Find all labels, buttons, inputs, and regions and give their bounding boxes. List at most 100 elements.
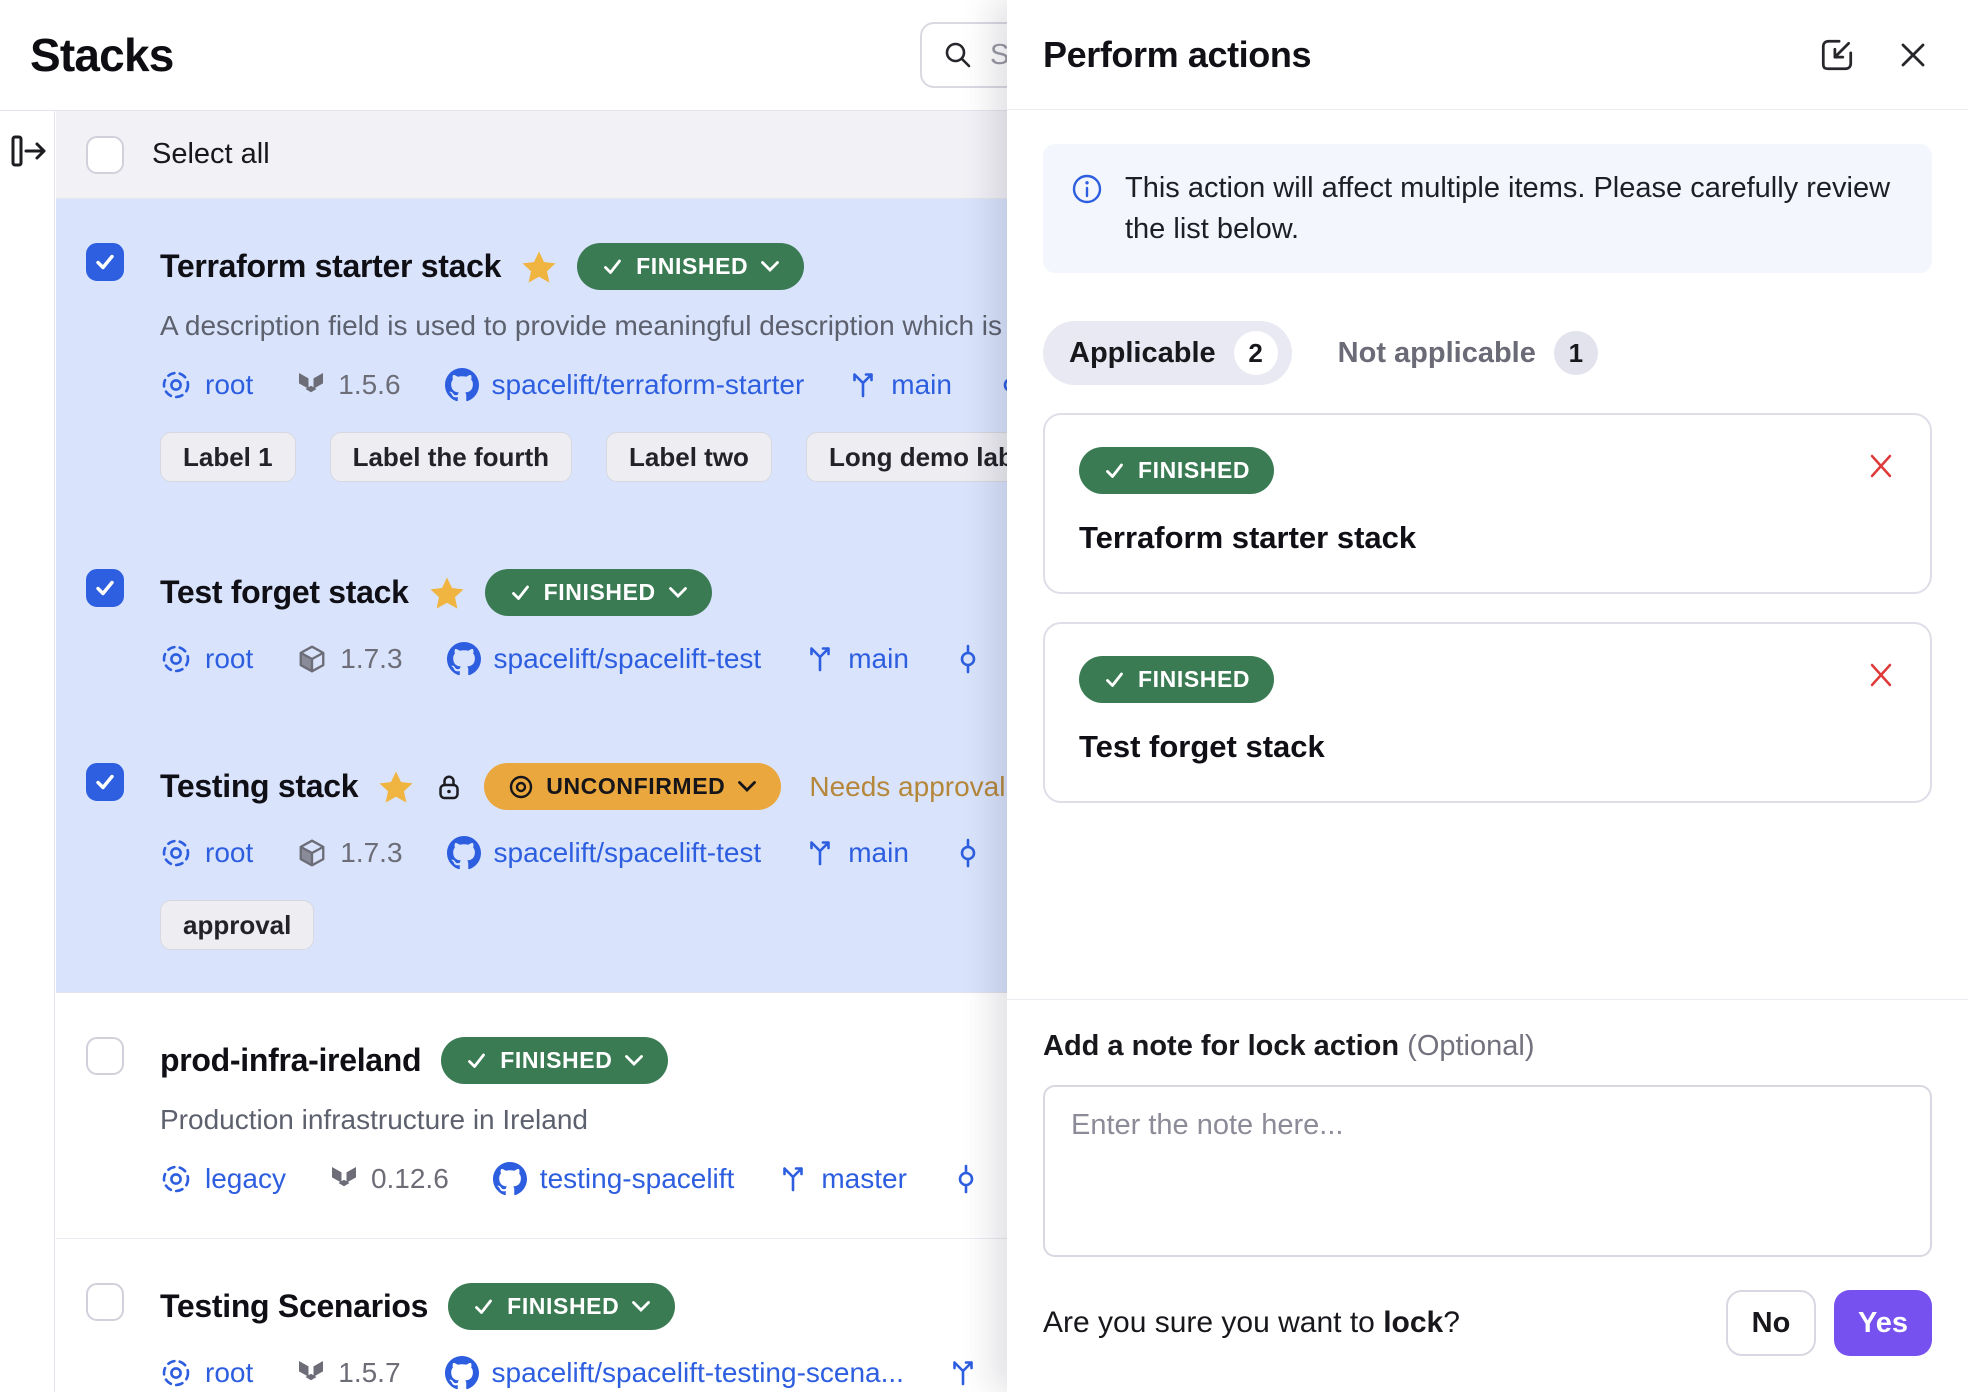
note-input[interactable] — [1043, 1085, 1932, 1257]
commit-icon — [953, 838, 983, 868]
space-link[interactable]: root — [160, 643, 253, 675]
github-icon — [447, 836, 481, 870]
needs-approval-text: Needs approval — [809, 771, 1005, 803]
select-all-label: Select all — [152, 138, 270, 171]
status-badge[interactable]: FINISHED — [448, 1283, 675, 1330]
check-icon — [1103, 668, 1126, 691]
repo-link[interactable]: testing-spacelift — [493, 1162, 735, 1196]
branch-icon — [778, 1164, 808, 1194]
stack-label[interactable]: Label 1 — [160, 432, 296, 482]
stack-name[interactable]: Testing stack — [160, 768, 358, 805]
close-panel-button[interactable] — [1894, 36, 1932, 74]
github-icon — [445, 1356, 479, 1390]
check-icon — [601, 255, 624, 278]
status-badge: FINISHED — [1079, 447, 1274, 494]
chevron-down-icon — [631, 1300, 651, 1313]
repo-link[interactable]: spacelift/spacelift-test — [447, 642, 762, 676]
vendor-version: 1.5.6 — [297, 369, 400, 401]
stack-checkbox[interactable] — [86, 1283, 124, 1321]
stack-name[interactable]: Test forget stack — [160, 574, 409, 611]
confirm-question: Are you sure you want to lock? — [1043, 1306, 1460, 1340]
remove-item-button[interactable] — [1862, 656, 1900, 694]
github-icon — [447, 642, 481, 676]
star-icon[interactable] — [429, 575, 465, 611]
star-icon[interactable] — [378, 769, 414, 805]
status-badge[interactable]: FINISHED — [577, 243, 804, 290]
branch-icon — [805, 644, 835, 674]
status-badge[interactable]: FINISHED — [485, 569, 712, 616]
space-icon — [160, 1163, 192, 1195]
tofu-cube-icon — [297, 838, 327, 868]
space-icon — [160, 643, 192, 675]
repo-link[interactable]: spacelift/spacelift-testing-scena... — [445, 1356, 904, 1390]
stack-checkbox[interactable] — [86, 243, 124, 281]
status-badge[interactable]: UNCONFIRMED — [484, 763, 781, 810]
check-icon — [465, 1049, 488, 1072]
vendor-version: 0.12.6 — [330, 1163, 449, 1195]
tofu-cube-icon — [297, 644, 327, 674]
stack-name[interactable]: Terraform starter stack — [160, 248, 501, 285]
space-link[interactable]: root — [160, 1357, 253, 1389]
chevron-down-icon — [624, 1054, 644, 1067]
commit-icon — [953, 644, 983, 674]
stack-checkbox[interactable] — [86, 1037, 124, 1075]
select-all-checkbox[interactable] — [86, 136, 124, 174]
repo-link[interactable]: spacelift/terraform-starter — [445, 368, 805, 402]
collapse-panel-button[interactable] — [1816, 34, 1858, 76]
no-button[interactable]: No — [1726, 1290, 1816, 1356]
repo-link[interactable]: spacelift/spacelift-test — [447, 836, 762, 870]
chevron-down-icon — [760, 260, 780, 273]
space-link[interactable]: legacy — [160, 1163, 286, 1195]
panel-title: Perform actions — [1043, 34, 1311, 76]
tab-not-applicable[interactable]: Not applicable 1 — [1338, 321, 1598, 385]
branch-link[interactable]: main — [805, 643, 909, 675]
branch-link[interactable]: main — [848, 369, 952, 401]
space-icon — [160, 837, 192, 869]
github-icon — [445, 368, 479, 402]
note-label: Add a note for lock action — [1043, 1030, 1399, 1062]
info-text: This action will affect multiple items. … — [1125, 168, 1904, 249]
stack-checkbox[interactable] — [86, 763, 124, 801]
branch-link[interactable] — [948, 1358, 991, 1388]
sidebar-expand-button[interactable] — [5, 127, 53, 175]
left-rail — [0, 111, 55, 1392]
github-icon — [493, 1162, 527, 1196]
yes-button[interactable]: Yes — [1834, 1290, 1932, 1356]
tab-applicable[interactable]: Applicable 2 — [1043, 321, 1292, 385]
space-link[interactable]: root — [160, 837, 253, 869]
branch-link[interactable]: main — [805, 837, 909, 869]
lock-icon — [434, 772, 464, 802]
space-link[interactable]: root — [160, 369, 253, 401]
info-icon — [1071, 173, 1103, 249]
star-icon[interactable] — [521, 249, 557, 285]
stack-checkbox[interactable] — [86, 569, 124, 607]
affected-item-name: Terraform starter stack — [1079, 520, 1896, 556]
affected-item-name: Test forget stack — [1079, 729, 1896, 765]
remove-icon — [1864, 449, 1898, 483]
stack-label[interactable]: approval — [160, 900, 314, 950]
terraform-icon — [297, 371, 325, 399]
vendor-version: 1.7.3 — [297, 837, 402, 869]
commit-icon — [951, 1164, 981, 1194]
stack-name[interactable]: prod-infra-ireland — [160, 1042, 421, 1079]
branch-icon — [848, 370, 878, 400]
affected-item-card: FINISHED Test forget stack — [1043, 622, 1932, 803]
panel-footer: Add a note for lock action (Optional) Ar… — [1007, 999, 1968, 1356]
status-badge[interactable]: FINISHED — [441, 1037, 668, 1084]
stack-label[interactable]: Label two — [606, 432, 772, 482]
perform-actions-panel: Perform actions This actio — [1007, 0, 1968, 1392]
branch-icon — [805, 838, 835, 868]
vendor-version: 1.7.3 — [297, 643, 402, 675]
stack-label[interactable]: Label the fourth — [330, 432, 572, 482]
remove-icon — [1864, 658, 1898, 692]
vendor-version: 1.5.7 — [297, 1357, 400, 1389]
tab-count-badge: 1 — [1554, 331, 1598, 375]
branch-link[interactable]: master — [778, 1163, 907, 1195]
space-icon — [160, 1357, 192, 1389]
stack-name[interactable]: Testing Scenarios — [160, 1288, 428, 1325]
terraform-icon — [297, 1359, 325, 1387]
sidebar-expand-icon — [7, 129, 51, 173]
remove-item-button[interactable] — [1862, 447, 1900, 485]
affected-item-card: FINISHED Terraform starter stack — [1043, 413, 1932, 594]
branch-icon — [948, 1358, 978, 1388]
